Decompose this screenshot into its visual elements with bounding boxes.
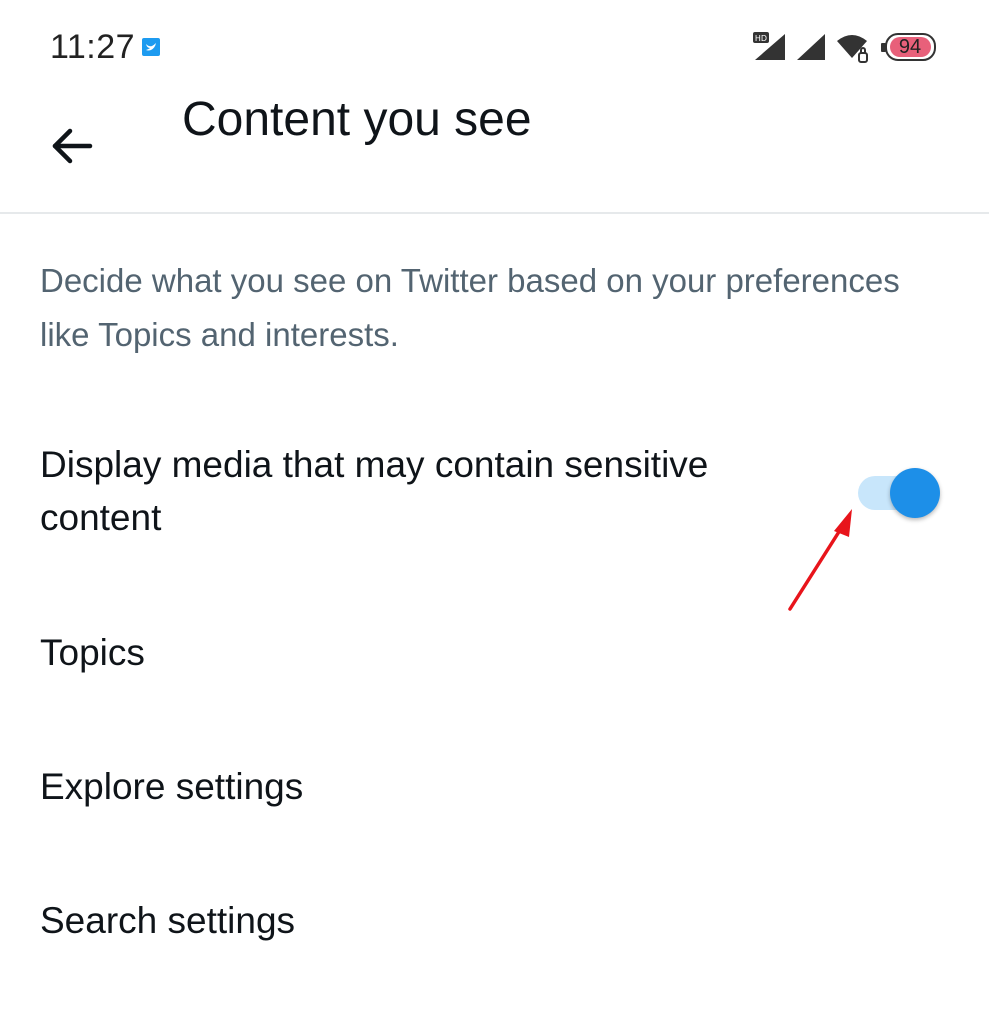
setting-sensitive-media[interactable]: Display media that may contain sensitive… [0,438,989,548]
status-icons: HD 94 [753,30,937,64]
setting-sensitive-media-label: Display media that may contain sensitive… [40,444,709,538]
twitter-notification-icon [142,38,160,56]
status-bar: 11:27 HD 94 [0,0,989,90]
setting-search[interactable]: Search settings [0,894,989,950]
setting-topics[interactable]: Topics [0,626,989,682]
wifi-icon [837,35,868,63]
setting-explore[interactable]: Explore settings [0,760,989,816]
setting-explore-label: Explore settings [40,766,304,807]
hd-signal-icon: HD [753,32,785,60]
toggle-thumb [890,468,940,518]
signal-icon [797,34,825,60]
arrow-left-icon [52,128,93,164]
page-title: Content you see [182,93,532,146]
status-time: 11:27 [50,28,136,66]
app-bar: Content you see [0,90,989,214]
setting-topics-label: Topics [40,632,145,673]
battery-level: 94 [898,36,922,58]
page-description: Decide what you see on Twitter based on … [40,262,900,353]
battery-icon: 94 [881,33,937,61]
svg-text:HD: HD [755,34,767,43]
setting-search-label: Search settings [40,900,296,941]
back-button[interactable] [40,118,104,174]
sensitive-media-toggle[interactable] [858,468,942,518]
